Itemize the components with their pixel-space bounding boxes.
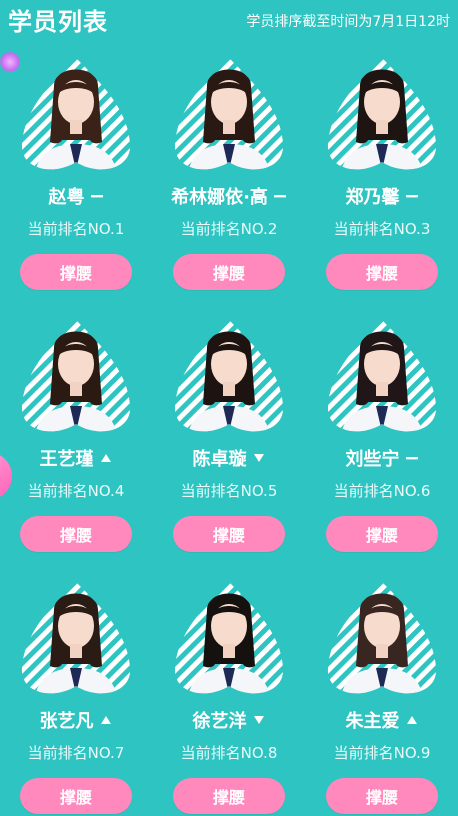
trainee-card: 陈卓璇 当前排名NO.5 撑腰 — [153, 314, 305, 554]
trainee-name: 朱主爱 — [345, 711, 400, 732]
cheer-button[interactable]: 撑腰 — [326, 516, 438, 552]
trainee-card: 徐艺洋 当前排名NO.8 撑腰 — [153, 576, 305, 816]
trainee-portrait[interactable] — [320, 576, 444, 700]
heart-frame-icon — [174, 320, 284, 432]
trainee-name: 陈卓璇 — [192, 449, 247, 470]
trend-down-icon — [252, 713, 266, 727]
trainee-card: 郑乃馨 当前排名NO.3 撑腰 — [306, 52, 458, 292]
trainee-portrait[interactable] — [167, 576, 291, 700]
trainee-rank: 当前排名NO.2 — [180, 220, 278, 238]
trainee-name: 王艺瑾 — [39, 449, 94, 470]
trainee-rank: 当前排名NO.1 — [27, 220, 125, 238]
trainee-rank: 当前排名NO.6 — [333, 482, 431, 500]
trainee-rank: 当前排名NO.4 — [27, 482, 125, 500]
trend-up-icon — [99, 713, 113, 727]
trainee-name: 张艺凡 — [39, 711, 94, 732]
heart-frame-icon — [21, 320, 131, 432]
trainee-card: 朱主爱 当前排名NO.9 撑腰 — [306, 576, 458, 816]
name-row: 赵粤 — [0, 182, 152, 210]
trend-up-icon — [99, 451, 113, 465]
trainee-card: 张艺凡 当前排名NO.7 撑腰 — [0, 576, 152, 816]
heart-frame-icon — [21, 582, 131, 694]
cheer-button[interactable]: 撑腰 — [20, 516, 132, 552]
trainee-name: 赵粤 — [48, 187, 85, 208]
cheer-button[interactable]: 撑腰 — [326, 778, 438, 814]
name-row: 希林娜依·高 — [153, 182, 305, 210]
trainee-name: 徐艺洋 — [192, 711, 247, 732]
trainee-portrait[interactable] — [320, 314, 444, 438]
trainee-name: 郑乃馨 — [345, 187, 400, 208]
name-row: 王艺瑾 — [0, 444, 152, 472]
page-title: 学员列表 — [8, 8, 108, 36]
header: 学员列表 学员排序截至时间为7月1日12时 — [0, 0, 458, 44]
heart-frame-icon — [21, 58, 131, 170]
trend-down-icon — [252, 451, 266, 465]
trend-flat-icon — [90, 189, 104, 203]
cheer-button[interactable]: 撑腰 — [326, 254, 438, 290]
trainee-portrait[interactable] — [320, 52, 444, 176]
heart-frame-icon — [174, 582, 284, 694]
trainee-portrait[interactable] — [167, 52, 291, 176]
trainee-card: 刘些宁 当前排名NO.6 撑腰 — [306, 314, 458, 554]
ranking-cutoff-note: 学员排序截至时间为7月1日12时 — [246, 14, 450, 30]
cheer-button[interactable]: 撑腰 — [173, 778, 285, 814]
name-row: 朱主爱 — [306, 706, 458, 734]
name-row: 郑乃馨 — [306, 182, 458, 210]
trainee-card: 希林娜依·高 当前排名NO.2 撑腰 — [153, 52, 305, 292]
trainee-portrait[interactable] — [14, 314, 138, 438]
cheer-button[interactable]: 撑腰 — [20, 778, 132, 814]
trainee-rank: 当前排名NO.9 — [333, 744, 431, 762]
trainee-rank: 当前排名NO.8 — [180, 744, 278, 762]
name-row: 张艺凡 — [0, 706, 152, 734]
trainee-portrait[interactable] — [14, 52, 138, 176]
trainee-name: 希林娜依·高 — [171, 187, 268, 208]
trend-flat-icon — [405, 451, 419, 465]
name-row: 陈卓璇 — [153, 444, 305, 472]
trend-flat-icon — [273, 189, 287, 203]
heart-frame-icon — [327, 582, 437, 694]
trainee-portrait[interactable] — [167, 314, 291, 438]
trainee-rank: 当前排名NO.5 — [180, 482, 278, 500]
name-row: 刘些宁 — [306, 444, 458, 472]
heart-frame-icon — [327, 320, 437, 432]
heart-frame-icon — [327, 58, 437, 170]
trainee-rank: 当前排名NO.7 — [27, 744, 125, 762]
heart-frame-icon — [174, 58, 284, 170]
trainee-name: 刘些宁 — [345, 449, 400, 470]
trainee-card: 王艺瑾 当前排名NO.4 撑腰 — [0, 314, 152, 554]
trainee-card: 赵粤 当前排名NO.1 撑腰 — [0, 52, 152, 292]
cheer-button[interactable]: 撑腰 — [173, 254, 285, 290]
trend-flat-icon — [405, 189, 419, 203]
trainee-portrait[interactable] — [14, 576, 138, 700]
cheer-button[interactable]: 撑腰 — [20, 254, 132, 290]
trainee-rank: 当前排名NO.3 — [333, 220, 431, 238]
name-row: 徐艺洋 — [153, 706, 305, 734]
trend-up-icon — [405, 713, 419, 727]
cheer-button[interactable]: 撑腰 — [173, 516, 285, 552]
